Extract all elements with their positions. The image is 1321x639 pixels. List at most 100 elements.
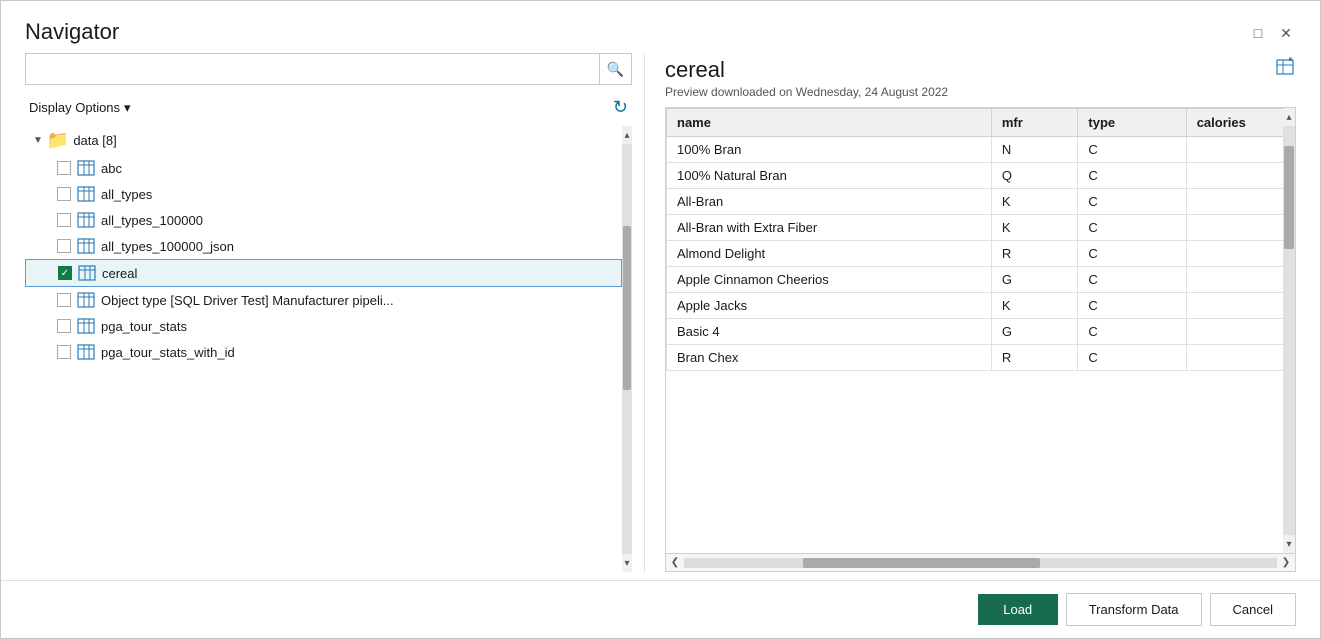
table-cell: C	[1078, 345, 1186, 371]
table-v-scroll-thumb	[1284, 146, 1294, 248]
table-icon-object-type	[77, 292, 95, 308]
table-cell: C	[1078, 163, 1186, 189]
checkbox-all-types-100000[interactable]	[57, 213, 71, 227]
chevron-down-icon: ▾	[124, 100, 131, 116]
right-panel: cereal Preview downloaded on Wednesday, …	[645, 53, 1296, 572]
checkbox-pga-tour-stats-id[interactable]	[57, 345, 71, 359]
table-scroll-down-button[interactable]: ▾	[1283, 535, 1295, 553]
table-row: Basic 4GC	[667, 319, 1295, 345]
tree-item-pga-tour-stats-id[interactable]: pga_tour_stats_with_id	[25, 339, 622, 365]
table-scroll-left-button[interactable]: ❮	[666, 554, 684, 572]
item-label-pga-tour-stats-id: pga_tour_stats_with_id	[101, 345, 235, 360]
preview-export-icon	[1274, 63, 1296, 83]
table-row: 100% Natural BranQC	[667, 163, 1295, 189]
display-options-button[interactable]: Display Options ▾	[25, 98, 135, 118]
table-row: Almond DelightRC	[667, 241, 1295, 267]
col-header-type: type	[1078, 109, 1186, 137]
table-cell	[1186, 241, 1294, 267]
tree-item-all-types[interactable]: all_types	[25, 181, 622, 207]
tree-item-pga-tour-stats[interactable]: pga_tour_stats	[25, 313, 622, 339]
checkbox-abc[interactable]	[57, 161, 71, 175]
display-options-row: Display Options ▾ ↻	[25, 95, 632, 120]
item-label-all-types-100000-json: all_types_100000_json	[101, 239, 234, 254]
table-cell: C	[1078, 293, 1186, 319]
preview-table: name mfr type calories 100% BranNC100% N…	[666, 108, 1295, 371]
table-cell	[1186, 293, 1294, 319]
table-cell: R	[991, 345, 1078, 371]
item-label-cereal: cereal	[102, 266, 137, 281]
checkbox-all-types[interactable]	[57, 187, 71, 201]
table-scroll-up-button[interactable]: ▴	[1283, 108, 1295, 126]
table-cell: G	[991, 267, 1078, 293]
table-cell: All-Bran	[667, 189, 992, 215]
tree-item-abc[interactable]: abc	[25, 155, 622, 181]
table-v-scroll-track	[1283, 126, 1295, 535]
navigator-dialog: Navigator □ ✕ 🔍 Display Options	[0, 0, 1321, 639]
item-label-object-type: Object type [SQL Driver Test] Manufactur…	[101, 293, 394, 308]
footer: Load Transform Data Cancel	[1, 580, 1320, 638]
folder-icon: 📁	[47, 130, 69, 151]
refresh-button[interactable]: ↻	[609, 95, 632, 120]
search-button[interactable]: 🔍	[599, 54, 631, 84]
table-icon-pga-tour-stats	[77, 318, 95, 334]
col-header-name: name	[667, 109, 992, 137]
folder-arrow-icon: ▼	[33, 135, 43, 146]
tree-scroll-up-button[interactable]: ▴	[622, 126, 632, 144]
item-label-pga-tour-stats: pga_tour_stats	[101, 319, 187, 334]
table-cell: Basic 4	[667, 319, 992, 345]
folder-data[interactable]: ▼ 📁 data [8]	[25, 126, 622, 155]
checkbox-all-types-100000-json[interactable]	[57, 239, 71, 253]
table-cell: K	[991, 189, 1078, 215]
table-cell: Apple Jacks	[667, 293, 992, 319]
table-v-scrollbar: ▴ ▾	[1283, 108, 1295, 553]
table-cell: Apple Cinnamon Cheerios	[667, 267, 992, 293]
table-scroll-area: name mfr type calories 100% BranNC100% N…	[666, 108, 1295, 553]
table-row: 100% BranNC	[667, 137, 1295, 163]
col-header-mfr: mfr	[991, 109, 1078, 137]
tree-item-all-types-100000-json[interactable]: all_types_100000_json	[25, 233, 622, 259]
load-button[interactable]: Load	[978, 594, 1058, 625]
preview-title: cereal	[665, 57, 948, 83]
table-row: All-BranKC	[667, 189, 1295, 215]
table-icon-pga-tour-stats-id	[77, 344, 95, 360]
content-area: 🔍 Display Options ▾ ↻ ▼ �	[1, 53, 1320, 572]
checkbox-cereal[interactable]: ✓	[58, 266, 72, 280]
table-cell: C	[1078, 189, 1186, 215]
maximize-icon: □	[1254, 25, 1262, 41]
preview-title-area: cereal Preview downloaded on Wednesday, …	[665, 57, 948, 99]
tree-scroll-track	[622, 144, 632, 554]
folder-label: data [8]	[73, 133, 116, 148]
maximize-button[interactable]: □	[1248, 23, 1268, 43]
table-cell: G	[991, 319, 1078, 345]
close-button[interactable]: ✕	[1276, 23, 1296, 43]
search-input[interactable]	[26, 62, 599, 77]
table-cell: N	[991, 137, 1078, 163]
title-controls: □ ✕	[1248, 23, 1296, 43]
table-cell	[1186, 267, 1294, 293]
tree-list: ▼ 📁 data [8]	[25, 126, 622, 572]
display-options-label: Display Options	[29, 100, 120, 115]
tree-item-cereal[interactable]: ✓ cereal	[25, 259, 622, 287]
tree-item-all-types-100000[interactable]: all_types_100000	[25, 207, 622, 233]
table-cell	[1186, 163, 1294, 189]
transform-data-button[interactable]: Transform Data	[1066, 593, 1202, 626]
search-icon: 🔍	[607, 61, 624, 78]
tree-item-object-type[interactable]: Object type [SQL Driver Test] Manufactur…	[25, 287, 622, 313]
table-scroll-right-button[interactable]: ❯	[1277, 554, 1295, 572]
checkbox-object-type[interactable]	[57, 293, 71, 307]
tree-scroll-down-button[interactable]: ▾	[622, 554, 632, 572]
table-cell: 100% Bran	[667, 137, 992, 163]
item-label-all-types-100000: all_types_100000	[101, 213, 203, 228]
refresh-icon: ↻	[613, 97, 628, 117]
table-row: Bran ChexRC	[667, 345, 1295, 371]
table-cell: C	[1078, 267, 1186, 293]
table-icon-cereal	[78, 265, 96, 281]
table-row: Apple JacksKC	[667, 293, 1295, 319]
preview-export-button[interactable]	[1274, 57, 1296, 84]
table-row: All-Bran with Extra FiberKC	[667, 215, 1295, 241]
table-h-scroll-track	[684, 558, 1277, 568]
tree-scrollbar: ▴ ▾	[622, 126, 632, 572]
table-cell: Almond Delight	[667, 241, 992, 267]
checkbox-pga-tour-stats[interactable]	[57, 319, 71, 333]
cancel-button[interactable]: Cancel	[1210, 593, 1296, 626]
